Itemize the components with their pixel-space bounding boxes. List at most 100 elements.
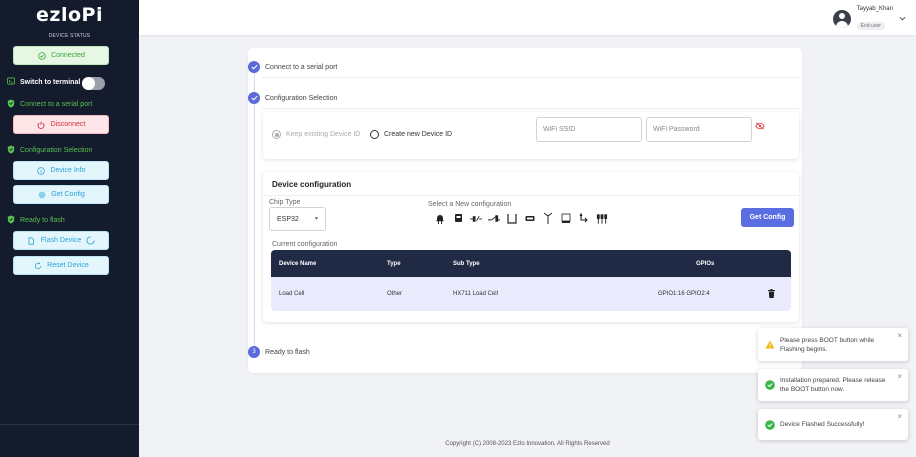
sidebar: ezloPi DEVICE STATUS Connected Switch to…	[0, 0, 139, 457]
chip-type-value: ESP32	[277, 215, 299, 223]
step-configuration-selection-label: Configuration Selection	[265, 94, 338, 102]
shield-check-icon	[7, 215, 15, 226]
column-header-device-name: Device Name	[279, 260, 317, 267]
chevron-down-icon[interactable]	[899, 14, 906, 23]
keep-existing-radio[interactable]: Keep existing Device ID	[272, 130, 360, 139]
disconnect-button[interactable]: Disconnect	[13, 115, 109, 134]
flash-device-label: Flash Device	[40, 237, 82, 244]
get-config-button[interactable]: Get Config	[741, 208, 794, 227]
toast-message: Please press BOOT button while Flashing …	[780, 336, 875, 353]
toast-warning: Please press BOOT button while Flashing …	[758, 328, 908, 361]
transfer-icon[interactable]	[578, 212, 590, 224]
step-connect-serial[interactable]: Connect to a serial port	[248, 61, 337, 73]
chip-type-label: Chip Type	[269, 199, 301, 206]
step-configuration-selection[interactable]: Configuration Selection	[248, 92, 337, 104]
switch-to-terminal-label: Switch to terminal	[20, 78, 81, 86]
step-ready-to-flash[interactable]: 3 Ready to flash	[248, 346, 310, 358]
dropdown-arrow-icon: ▼	[314, 216, 319, 222]
close-icon[interactable]: ×	[897, 412, 902, 421]
file-icon	[27, 236, 36, 245]
device-info-button[interactable]: Device Info	[13, 161, 109, 180]
column-header-sub-type: Sub Type	[453, 260, 480, 267]
section-connect-serial: Connect to a serial port	[7, 99, 92, 110]
terminal-toggle[interactable]	[82, 77, 105, 90]
column-header-gpios: GPIOs	[696, 260, 715, 267]
power-icon	[37, 120, 46, 129]
get-config-sidebar-button[interactable]: Get Config	[13, 185, 109, 204]
warning-icon	[765, 340, 775, 350]
keep-existing-label: Keep existing Device ID	[286, 131, 361, 138]
reset-icon	[33, 261, 42, 270]
step-ready-to-flash-label: Ready to flash	[265, 348, 310, 356]
wifi-password-input[interactable]: WiFi Password	[646, 117, 752, 142]
section-ready-to-flash: Ready to flash	[7, 215, 65, 226]
divider	[263, 195, 799, 196]
create-new-label: Create new Device ID	[384, 131, 453, 138]
toast-message: Device Flashed Successfully!	[780, 421, 865, 428]
get-config-sidebar-label: Get Config	[51, 191, 85, 198]
reset-device-label: Reset Device	[47, 262, 89, 269]
shield-check-icon	[7, 99, 15, 110]
user-role-badge: End-user	[856, 22, 885, 30]
config-table-header: Device Name Type Sub Type GPIOs	[271, 250, 791, 277]
device-status-heading: DEVICE STATUS	[48, 33, 91, 39]
pin-header-icon[interactable]	[596, 212, 608, 224]
stepper-line	[254, 70, 255, 350]
interface-icon[interactable]	[452, 212, 464, 224]
eye-slash-icon[interactable]	[755, 117, 765, 135]
top-bar: Tayyab_Khan End-user	[139, 0, 916, 35]
table-row[interactable]: Load Cell Other HX711 Load Cell GPIO1:16…	[271, 277, 791, 311]
close-icon[interactable]: ×	[897, 331, 902, 340]
load-cell-icon[interactable]	[560, 212, 572, 224]
create-new-radio[interactable]: Create new Device ID	[370, 130, 452, 139]
switch-icon[interactable]	[488, 212, 500, 224]
avatar	[832, 9, 851, 28]
sensor-icon[interactable]	[506, 212, 518, 224]
relay-icon[interactable]	[470, 212, 482, 224]
led-icon[interactable]	[434, 212, 446, 224]
connected-button[interactable]: Connected	[13, 46, 109, 65]
connected-label: Connected	[51, 52, 85, 59]
sidebar-divider	[0, 424, 139, 425]
divider	[262, 77, 800, 78]
pwm-icon[interactable]	[524, 212, 536, 224]
chip-type-select[interactable]: ESP32 ▼	[269, 207, 326, 231]
copyright-footer: Copyright (C) 2008-2023 Ezlo Innovation,…	[445, 441, 610, 447]
cell-gpios: GPIO1:16 GPIO2:4	[658, 291, 710, 297]
antenna-icon[interactable]	[542, 212, 554, 224]
reset-device-button[interactable]: Reset Device	[13, 256, 109, 275]
check-circle-icon	[765, 419, 775, 430]
flash-device-button[interactable]: Flash Device	[13, 231, 109, 250]
radio-empty-icon	[370, 130, 379, 139]
check-circle-icon	[37, 51, 46, 60]
configuration-selection-label: Configuration Selection	[20, 147, 93, 154]
step-number-badge: 3	[248, 346, 260, 358]
disconnect-label: Disconnect	[50, 121, 86, 128]
spinner-icon	[86, 236, 95, 245]
cell-device-name: Load Cell	[279, 291, 305, 297]
toast-message: Installation prepared. Please release th…	[780, 377, 886, 393]
trash-icon[interactable]	[768, 289, 775, 298]
wifi-ssid-input[interactable]: WiFi SSID	[536, 117, 642, 142]
radio-selected-icon	[272, 130, 281, 139]
user-menu[interactable]: Tayyab_Khan End-user	[832, 5, 906, 32]
info-circle-icon	[36, 166, 45, 175]
step-connect-serial-label: Connect to a serial port	[265, 63, 338, 71]
cell-type: Other	[387, 291, 403, 297]
shield-check-icon	[7, 145, 15, 156]
close-icon[interactable]: ×	[897, 372, 902, 381]
user-info: Tayyab_Khan End-user	[856, 5, 893, 32]
configuration-icons	[434, 212, 608, 224]
toast-success: Device Flashed Successfully! ×	[758, 409, 908, 440]
cell-sub-type: HX711 Load Cell	[453, 291, 498, 297]
section-configuration-selection: Configuration Selection	[7, 145, 92, 156]
username: Tayyab_Khan	[856, 6, 893, 12]
ready-to-flash-label: Ready to flash	[20, 217, 65, 224]
terminal-icon	[7, 77, 15, 87]
divider	[262, 108, 800, 109]
current-configuration-label: Current configuration	[272, 241, 338, 248]
toast-success: Installation prepared. Please release th…	[758, 369, 908, 401]
device-info-label: Device Info	[50, 167, 86, 174]
check-icon	[248, 92, 260, 104]
column-header-type: Type	[387, 260, 401, 267]
